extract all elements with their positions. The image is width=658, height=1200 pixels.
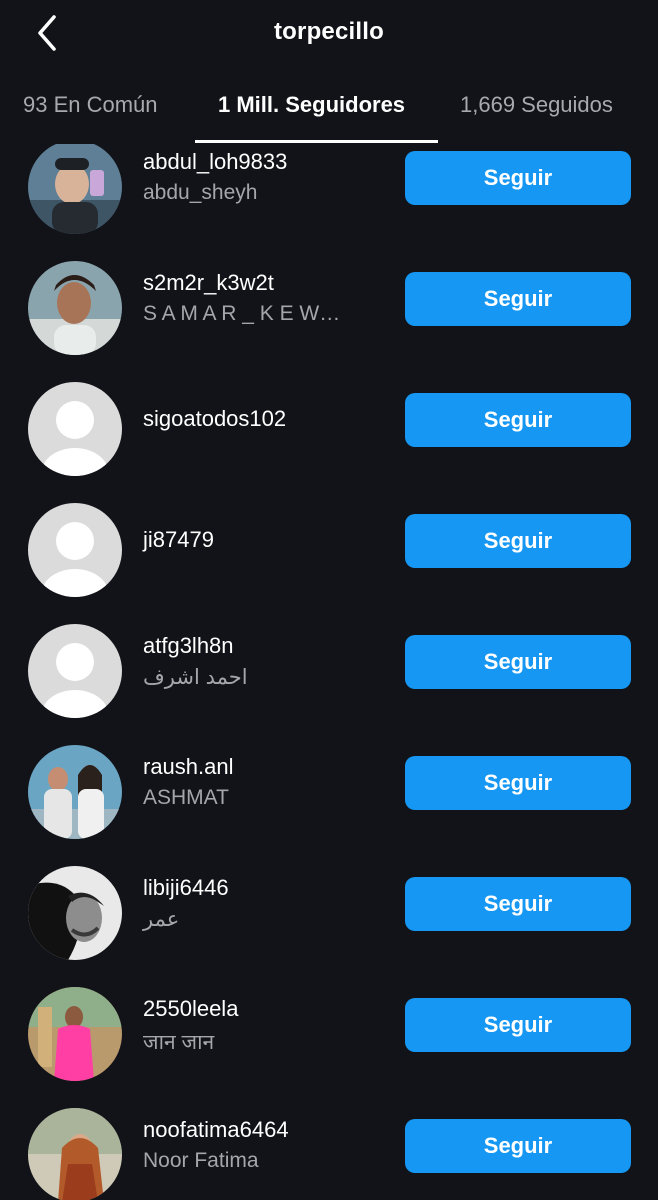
avatar[interactable]	[28, 745, 122, 839]
follow-button[interactable]: Seguir	[405, 151, 631, 205]
avatar[interactable]	[28, 866, 122, 960]
follower-row[interactable]: ji87479 Seguir	[0, 490, 658, 611]
follower-username: raush.anl	[143, 754, 234, 779]
follower-username: ji87479	[143, 527, 214, 552]
follow-button[interactable]: Seguir	[405, 877, 631, 931]
follower-name: abdu_sheyh	[143, 181, 258, 204]
follower-row[interactable]: raush.anl ASHMAT Seguir	[0, 732, 658, 853]
avatar[interactable]	[28, 261, 122, 355]
follower-row[interactable]: s2m2r_k3w2t S A M A R _ K E W… Seguir	[0, 248, 658, 369]
follower-username: atfg3lh8n	[143, 633, 234, 658]
follow-button[interactable]: Seguir	[405, 1119, 631, 1173]
default-avatar-icon[interactable]	[28, 624, 122, 718]
follower-username: noofatima6464	[143, 1117, 289, 1142]
follow-button[interactable]: Seguir	[405, 756, 631, 810]
avatar[interactable]	[28, 144, 122, 234]
follow-button[interactable]: Seguir	[405, 998, 631, 1052]
follower-name: S A M A R _ K E W…	[143, 302, 341, 325]
follower-name: जान जान	[143, 1031, 215, 1054]
follow-button[interactable]: Seguir	[405, 393, 631, 447]
follower-name: عمر	[143, 908, 180, 931]
tab-following[interactable]: 1,669 Seguidos	[460, 92, 613, 118]
follower-username: libiji6446	[143, 875, 229, 900]
follower-row[interactable]: 2550leela जान जान Seguir	[0, 974, 658, 1095]
top-bar: torpecillo	[0, 0, 658, 68]
tab-followers[interactable]: 1 Mill. Seguidores	[218, 92, 405, 118]
follower-row[interactable]: abdul_loh9833 abdu_sheyh Seguir	[0, 144, 658, 248]
followers-list[interactable]: abdul_loh9833 abdu_sheyh Seguir s2m2r_k3…	[0, 144, 658, 1200]
default-avatar-icon[interactable]	[28, 382, 122, 476]
follower-username: sigoatodos102	[143, 406, 287, 431]
follower-row[interactable]: libiji6446 عمر Seguir	[0, 853, 658, 974]
follower-name: احمد اشرف	[143, 666, 248, 689]
follow-button[interactable]: Seguir	[405, 272, 631, 326]
avatar[interactable]	[28, 987, 122, 1081]
follow-tabs: 93 En Común 1 Mill. Seguidores 1,669 Seg…	[0, 78, 658, 144]
follower-username: 2550leela	[143, 996, 239, 1021]
follower-username: s2m2r_k3w2t	[143, 270, 274, 295]
default-avatar-icon[interactable]	[28, 503, 122, 597]
active-tab-indicator	[195, 140, 438, 143]
follower-row[interactable]: noofatima6464 Noor Fatima Seguir	[0, 1095, 658, 1200]
follower-row[interactable]: atfg3lh8n احمد اشرف Seguir	[0, 611, 658, 732]
follower-username: abdul_loh9833	[143, 149, 288, 174]
tab-in-common[interactable]: 93 En Común	[23, 92, 158, 118]
avatar[interactable]	[28, 1108, 122, 1200]
follower-row[interactable]: sigoatodos102 Seguir	[0, 369, 658, 490]
follower-name: Noor Fatima	[143, 1149, 259, 1172]
follow-button[interactable]: Seguir	[405, 514, 631, 568]
profile-username-title: torpecillo	[273, 18, 384, 45]
follow-button[interactable]: Seguir	[405, 635, 631, 689]
follower-name: ASHMAT	[143, 786, 229, 809]
